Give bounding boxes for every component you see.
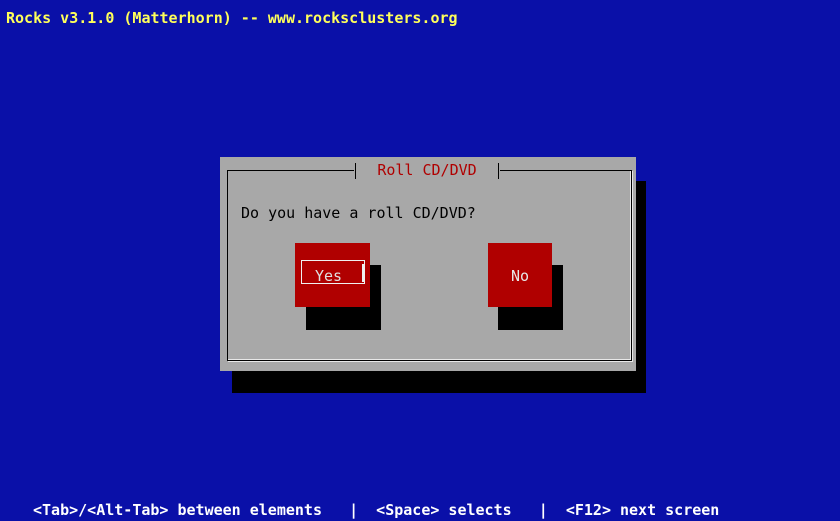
dialog-frame [227,170,632,361]
no-button-label: No [511,267,530,285]
yes-button-label: Yes [315,267,343,285]
roll-cd-dialog: Roll CD/DVD Do you have a roll CD/DVD? Y… [220,157,636,371]
window-title: Rocks v3.1.0 (Matterhorn) -- www.rockscl… [6,9,458,27]
help-line: <Tab>/<Alt-Tab> between elements | <Spac… [33,501,720,519]
dialog-prompt: Do you have a roll CD/DVD? [241,204,476,222]
dialog-title: Roll CD/DVD [354,160,500,180]
no-button[interactable]: No [488,243,552,307]
yes-button[interactable]: Yes [295,243,370,307]
text-cursor [362,264,364,282]
